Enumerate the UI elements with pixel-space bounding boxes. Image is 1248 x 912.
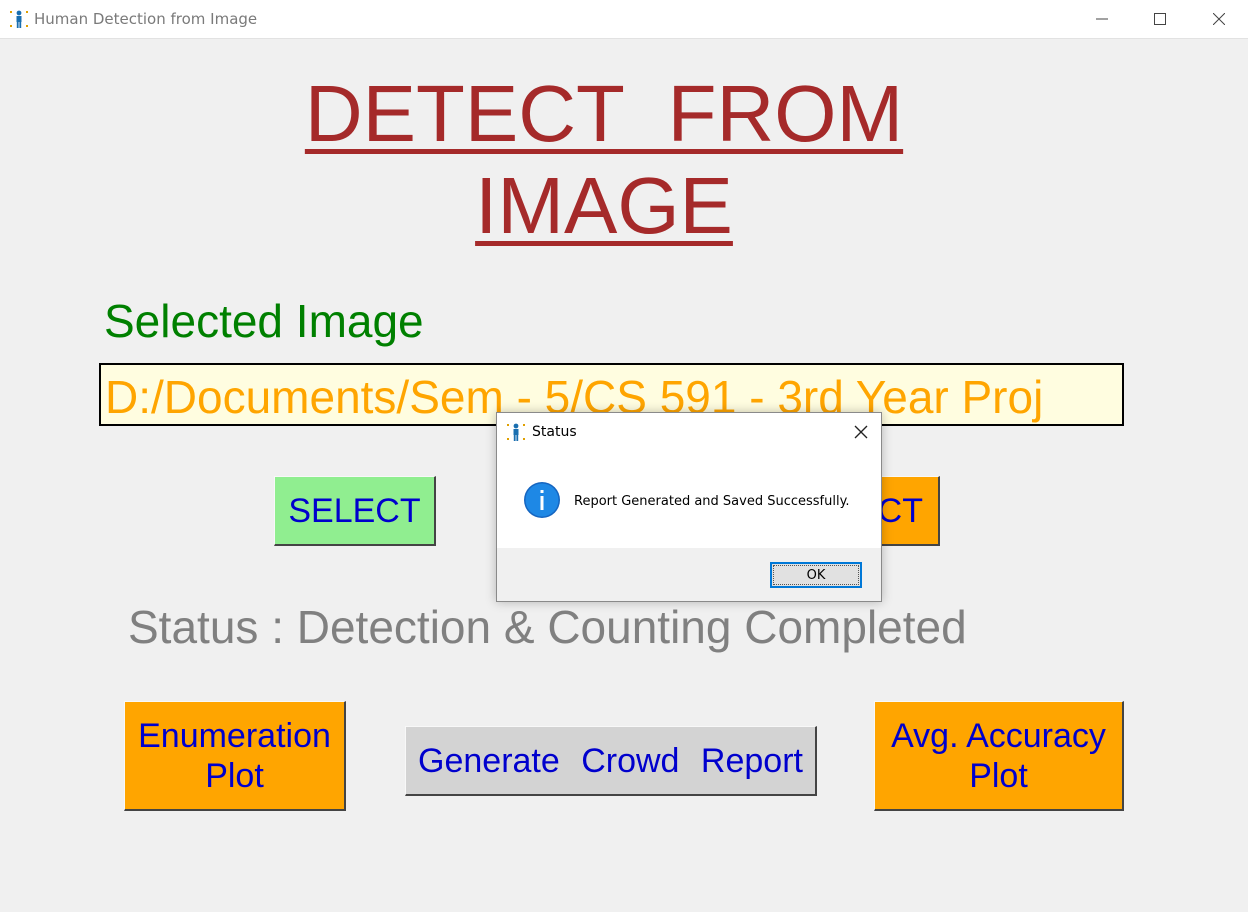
- window-titlebar: Human Detection from Image: [0, 0, 1248, 39]
- minimize-icon: [1096, 18, 1108, 20]
- avg-accuracy-plot-label: Avg. Accuracy Plot: [891, 716, 1106, 795]
- info-icon: [523, 481, 561, 519]
- ok-button-label: OK: [806, 567, 826, 583]
- enumeration-plot-button[interactable]: Enumeration Plot: [124, 701, 346, 811]
- dialog-title: Status: [532, 424, 577, 440]
- maximize-icon: [1154, 13, 1166, 25]
- close-icon: [1213, 13, 1225, 25]
- maximize-button[interactable]: [1131, 0, 1189, 38]
- close-button[interactable]: [1190, 0, 1248, 38]
- select-button-label: SELECT: [288, 491, 421, 530]
- page-title-text-1: DETECT FROM: [304, 69, 904, 158]
- person-icon: [9, 9, 29, 29]
- page-title-line-2: IMAGE: [0, 166, 1228, 246]
- ok-button[interactable]: OK: [770, 562, 862, 588]
- generate-report-button[interactable]: Generate Crowd Report: [405, 726, 817, 796]
- page-title-line-1: DETECT FROM: [0, 74, 1228, 154]
- select-button[interactable]: SELECT: [274, 476, 436, 546]
- generate-report-label: Generate Crowd Report: [418, 741, 803, 780]
- dialog-message: Report Generated and Saved Successfully.: [574, 494, 850, 509]
- person-icon: [506, 422, 526, 442]
- avg-accuracy-plot-button[interactable]: Avg. Accuracy Plot: [874, 701, 1124, 811]
- status-dialog: Status Report Generated and Saved Succes…: [496, 412, 882, 602]
- selected-image-label: Selected Image: [104, 295, 424, 347]
- dialog-close-button[interactable]: [845, 419, 877, 445]
- status-text: Status : Detection & Counting Completed: [128, 601, 967, 653]
- detect-button-label: CT: [877, 491, 923, 530]
- page-title-text-2: IMAGE: [475, 161, 733, 250]
- enumeration-plot-label: Enumeration Plot: [138, 716, 331, 795]
- dialog-footer: OK: [497, 548, 881, 601]
- minimize-button[interactable]: [1073, 0, 1131, 38]
- window-title: Human Detection from Image: [34, 10, 258, 28]
- close-icon: [854, 425, 868, 439]
